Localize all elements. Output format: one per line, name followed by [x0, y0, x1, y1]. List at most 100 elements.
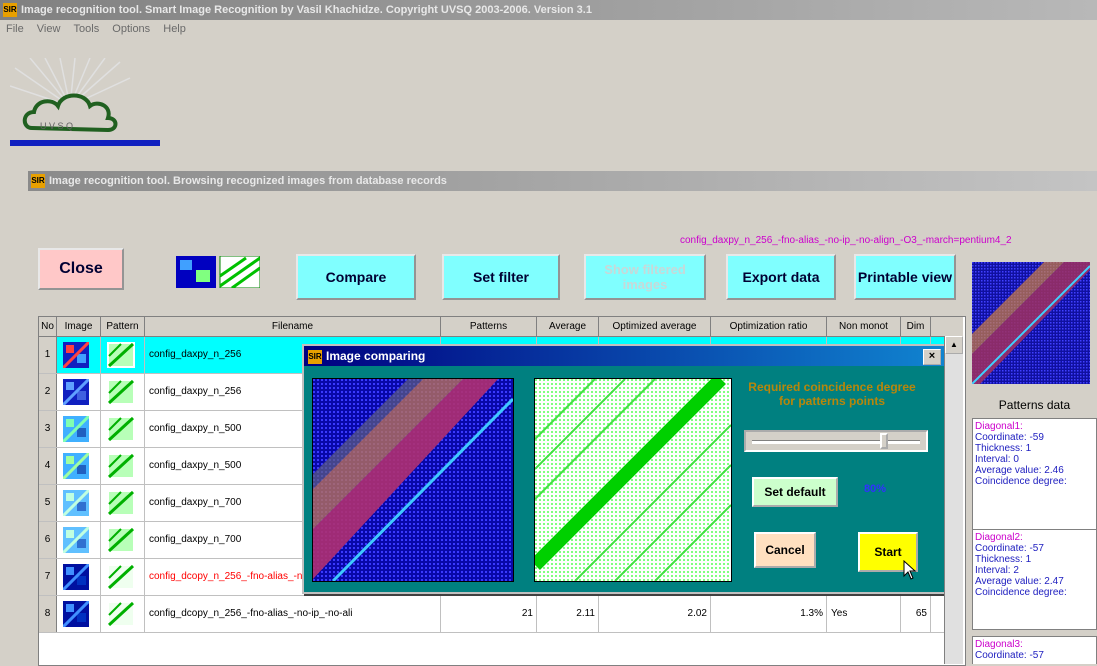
row-pattern-thumbnail-graphic	[107, 342, 135, 368]
header-spacer	[931, 317, 963, 337]
diagonal-2-coincidence: Coincidence degree:	[975, 587, 1067, 598]
row-image-thumbnail	[57, 522, 101, 558]
child-app-icon: SIR	[31, 174, 45, 189]
row-average: 2.11	[537, 596, 599, 632]
row-image-thumbnail	[57, 448, 101, 484]
table-row[interactable]: 8 config_dcopy_n_256_-fno-alias_-no-ip_-n…	[39, 596, 963, 633]
row-pattern-thumbnail	[101, 522, 145, 558]
browse-window-title-bar: SIR Image recognition tool. Browsing reco…	[28, 171, 1097, 191]
mouse-cursor-icon	[903, 560, 917, 580]
header-image[interactable]: Image	[57, 317, 101, 337]
row-pattern-thumbnail	[101, 485, 145, 521]
menu-tools[interactable]: Tools	[74, 23, 100, 35]
header-dim[interactable]: Dim	[901, 317, 931, 337]
header-patterns[interactable]: Patterns	[441, 317, 537, 337]
row-ratio: 1.3%	[711, 596, 827, 632]
row-pattern-thumbnail	[101, 374, 145, 410]
diagonal-2-details: Diagonal2: Coordinate: -57 Thickness: 1 …	[972, 530, 1097, 630]
row-pattern-thumbnail	[101, 559, 145, 595]
row-image-thumbnail-graphic	[63, 379, 89, 405]
patterns-data-title: Patterns data	[998, 398, 1071, 412]
row-image-thumbnail	[57, 337, 101, 373]
row-image-thumbnail	[57, 374, 101, 410]
export-data-button[interactable]: Export data	[726, 254, 836, 300]
view-mode-icons[interactable]	[176, 255, 261, 290]
compare-button[interactable]: Compare	[296, 254, 416, 300]
compared-image	[312, 378, 515, 583]
browse-window-title: Image recognition tool. Browsing recogni…	[49, 175, 447, 187]
main-window-title: Image recognition tool. Smart Image Reco…	[21, 4, 592, 16]
row-image-thumbnail	[57, 485, 101, 521]
grid-scrollbar[interactable]: ▲	[944, 336, 963, 664]
uvsq-logo: U V S Q	[9, 57, 160, 150]
menu-file[interactable]: File	[6, 23, 24, 35]
logo-text: U V S Q	[40, 121, 73, 131]
row-no: 1	[39, 337, 57, 373]
header-optimization-ratio[interactable]: Optimization ratio	[711, 317, 827, 337]
diagonal-1-name: Diagonal1:	[975, 421, 1023, 432]
dialog-close-button[interactable]: ×	[923, 349, 941, 365]
row-no: 6	[39, 522, 57, 558]
scroll-up-arrow-icon[interactable]: ▲	[945, 336, 963, 354]
header-filename[interactable]: Filename	[145, 317, 441, 337]
row-image-thumbnail	[57, 559, 101, 595]
dialog-title: Image comparing	[326, 349, 426, 363]
config-name-label: config_daxpy_n_256_-fno-alias_-no-ip_-no…	[680, 235, 1012, 246]
header-non-monot[interactable]: Non monot	[827, 317, 901, 337]
row-dim: 65	[901, 596, 931, 632]
diagonal-1-thickness: Thickness: 1	[975, 443, 1032, 454]
diagonal-1-details: Diagonal1: Coordinate: -59 Thickness: 1 …	[972, 418, 1097, 530]
diagonal-2-interval: Interval: 2	[975, 565, 1019, 576]
menu-help[interactable]: Help	[163, 23, 186, 35]
menu-view[interactable]: View	[37, 23, 61, 35]
diagonal-2-coordinate: Coordinate: -57	[975, 543, 1044, 554]
row-image-thumbnail-graphic	[63, 490, 89, 516]
diagonal-2-name: Diagonal2:	[975, 532, 1023, 543]
row-opt-avg: 2.02	[599, 596, 711, 632]
row-no: 2	[39, 374, 57, 410]
slider-track	[752, 440, 920, 444]
row-image-thumbnail-graphic	[63, 564, 89, 590]
app-icon: SIR	[3, 3, 17, 18]
diagonal-3-details: Diagonal3: Coordinate: -57	[972, 636, 1097, 664]
diagonal-1-interval: Interval: 0	[975, 454, 1019, 465]
coincidence-slider[interactable]	[744, 430, 928, 452]
header-no[interactable]: No	[39, 317, 57, 337]
dialog-title-bar: SIR Image comparing ×	[304, 346, 944, 366]
row-image-thumbnail	[57, 596, 101, 632]
row-no: 8	[39, 596, 57, 632]
row-pattern-thumbnail-graphic	[107, 416, 135, 442]
header-average[interactable]: Average	[537, 317, 599, 337]
row-nonmono: Yes	[827, 596, 901, 632]
row-image-thumbnail-graphic	[63, 527, 89, 553]
diagonal-2-thickness: Thickness: 1	[975, 554, 1032, 565]
selected-image-preview	[971, 262, 1091, 385]
row-pattern-thumbnail	[101, 411, 145, 447]
show-filtered-images-button[interactable]: Show filtered images	[584, 254, 706, 300]
row-pattern-thumbnail-graphic	[107, 490, 135, 516]
row-patterns: 21	[441, 596, 537, 632]
row-pattern-thumbnail-graphic	[107, 601, 135, 627]
diagonal-1-average: Average value: 2.46	[975, 465, 1064, 476]
slider-thumb[interactable]	[880, 433, 888, 449]
menu-options[interactable]: Options	[112, 23, 150, 35]
row-pattern-thumbnail	[101, 448, 145, 484]
row-no: 5	[39, 485, 57, 521]
header-optimized-average[interactable]: Optimized average	[599, 317, 711, 337]
main-title-bar: SIR Image recognition tool. Smart Image R…	[0, 0, 1097, 20]
row-pattern-thumbnail-graphic	[107, 527, 135, 553]
set-default-button[interactable]: Set default	[752, 477, 838, 507]
header-pattern[interactable]: Pattern	[101, 317, 145, 337]
diagonal-1-coordinate: Coordinate: -59	[975, 432, 1044, 443]
close-button[interactable]: Close	[38, 248, 124, 290]
row-image-thumbnail-graphic	[63, 453, 89, 479]
printable-view-button[interactable]: Printable view	[854, 254, 956, 300]
row-image-thumbnail	[57, 411, 101, 447]
coincidence-degree-label: Required coincidence degree for patterns…	[748, 380, 916, 408]
menu-bar: File View Tools Options Help	[0, 20, 1097, 38]
set-filter-button[interactable]: Set filter	[442, 254, 560, 300]
diagonal-3-name: Diagonal3:	[975, 639, 1023, 650]
row-image-thumbnail-graphic	[63, 601, 89, 627]
cancel-button[interactable]: Cancel	[754, 532, 816, 568]
row-filename: config_dcopy_n_256_-fno-alias_-no-ip_-no…	[145, 596, 441, 632]
